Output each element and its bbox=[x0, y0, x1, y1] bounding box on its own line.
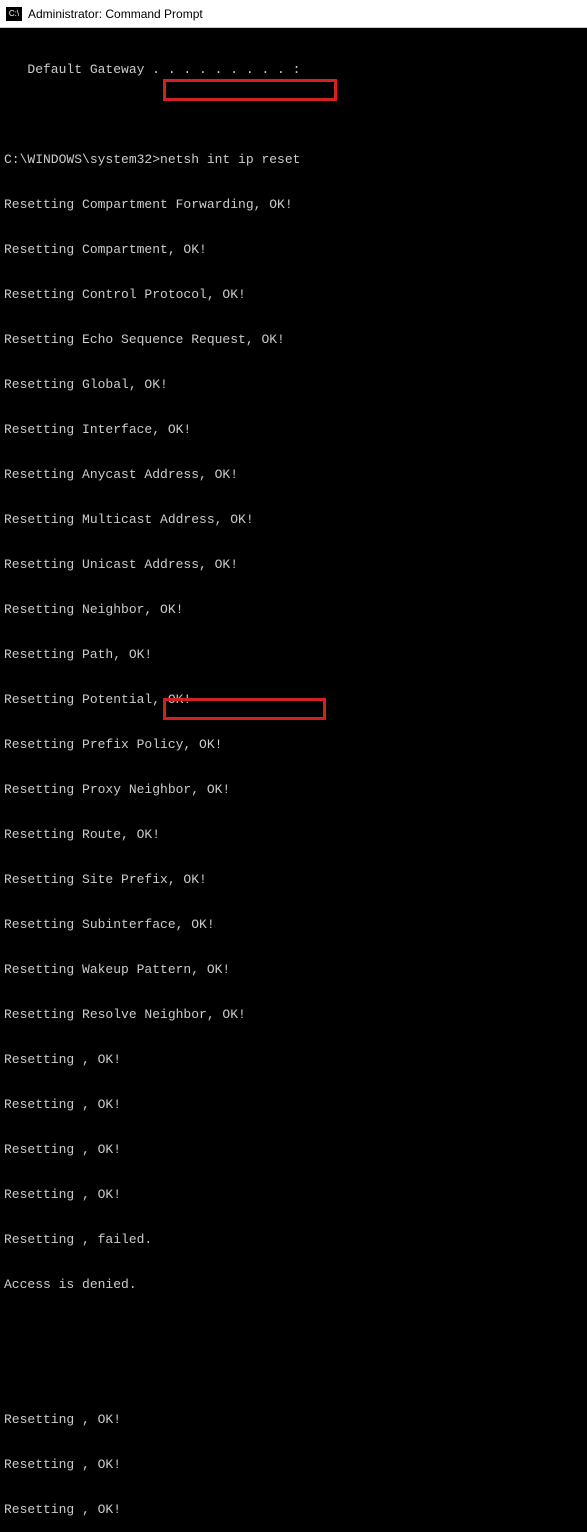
output-line: Resetting , OK! bbox=[4, 1052, 587, 1067]
output-line: Resetting , OK! bbox=[4, 1187, 587, 1202]
output-line: Resetting Subinterface, OK! bbox=[4, 917, 587, 932]
output-line bbox=[4, 1322, 587, 1337]
output-line: Access is denied. bbox=[4, 1277, 587, 1292]
output-line: Resetting Multicast Address, OK! bbox=[4, 512, 587, 527]
output-line: Resetting Anycast Address, OK! bbox=[4, 467, 587, 482]
output-line: Resetting Potential, OK! bbox=[4, 692, 587, 707]
output-line: Resetting Compartment Forwarding, OK! bbox=[4, 197, 587, 212]
cmd-icon: C:\ bbox=[6, 7, 22, 21]
output-line bbox=[4, 1367, 587, 1382]
output-line: Resetting Resolve Neighbor, OK! bbox=[4, 1007, 587, 1022]
terminal-wrapper: Default Gateway . . . . . . . . . : C:\W… bbox=[0, 28, 587, 1532]
output-line: Default Gateway . . . . . . . . . : bbox=[4, 62, 587, 77]
output-line: Resetting Global, OK! bbox=[4, 377, 587, 392]
output-line: Resetting Control Protocol, OK! bbox=[4, 287, 587, 302]
output-line: Resetting Wakeup Pattern, OK! bbox=[4, 962, 587, 977]
output-line bbox=[4, 107, 587, 122]
output-line: Resetting , OK! bbox=[4, 1412, 587, 1427]
window-title-bar: C:\ Administrator: Command Prompt bbox=[0, 0, 587, 28]
output-line: Resetting Compartment, OK! bbox=[4, 242, 587, 257]
output-line: Resetting Prefix Policy, OK! bbox=[4, 737, 587, 752]
output-line: Resetting Interface, OK! bbox=[4, 422, 587, 437]
output-line: Resetting Neighbor, OK! bbox=[4, 602, 587, 617]
output-line: Resetting , OK! bbox=[4, 1097, 587, 1112]
output-line: Resetting Route, OK! bbox=[4, 827, 587, 842]
output-line: Resetting Site Prefix, OK! bbox=[4, 872, 587, 887]
output-line: Resetting Path, OK! bbox=[4, 647, 587, 662]
output-line: Resetting , OK! bbox=[4, 1457, 587, 1472]
prompt-line: C:\WINDOWS\system32>netsh int ip reset bbox=[4, 152, 587, 167]
output-line: Resetting Proxy Neighbor, OK! bbox=[4, 782, 587, 797]
output-line: Resetting Echo Sequence Request, OK! bbox=[4, 332, 587, 347]
terminal-output[interactable]: Default Gateway . . . . . . . . . : C:\W… bbox=[0, 28, 587, 1532]
window-title: Administrator: Command Prompt bbox=[28, 7, 203, 21]
output-line: Resetting Unicast Address, OK! bbox=[4, 557, 587, 572]
output-line: Resetting , OK! bbox=[4, 1502, 587, 1517]
output-line: Resetting , failed. bbox=[4, 1232, 587, 1247]
output-line: Resetting , OK! bbox=[4, 1142, 587, 1157]
